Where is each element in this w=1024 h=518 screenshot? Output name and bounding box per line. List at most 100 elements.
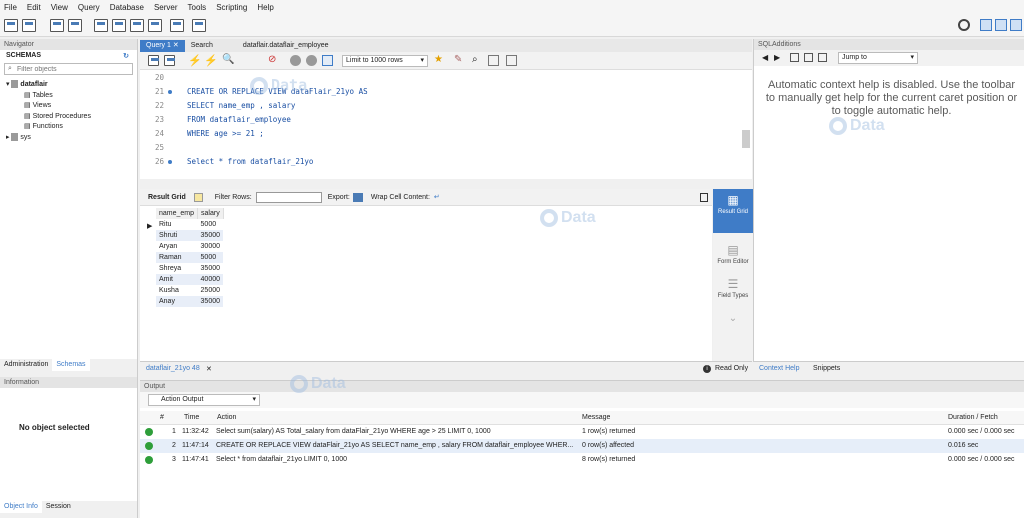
tab-context-help[interactable]: Context Help [759,365,799,372]
create-procedure-icon[interactable] [148,19,162,32]
panel-toggle-bottom-icon[interactable] [995,19,1007,31]
limit-rows-select[interactable]: Limit to 1000 rows ▾ [342,55,428,67]
table-row[interactable]: Shreya 35000 [156,263,223,274]
stop-icon[interactable]: ⊘ [268,54,276,65]
filter-objects-input[interactable] [17,65,127,74]
filter-objects-box[interactable]: ⌕ [4,63,133,75]
save-icon[interactable] [164,55,175,66]
execute-icon[interactable]: ⚡ [188,54,202,67]
table-row[interactable]: Kusha 25000 [156,285,223,296]
create-view-icon[interactable] [130,19,144,32]
commit-icon[interactable] [290,55,301,66]
output-row[interactable]: 2 11:47:14 CREATE OR REPLACE VIEW dataFl… [140,439,1024,453]
wrap-icon[interactable] [506,55,517,66]
open-sql-icon[interactable] [50,19,64,32]
table-row[interactable]: Anay 35000 [156,296,224,307]
menu-scripting[interactable]: Scripting [216,3,247,12]
result-grid-button[interactable]: ▦ Result Grid [713,189,753,233]
wrap-cell-icon[interactable]: ↵ [434,193,440,201]
inspector-icon[interactable] [68,19,82,32]
column-header[interactable]: name_emp [156,208,199,219]
autocommit-icon[interactable] [322,55,333,66]
output-row[interactable]: 3 11:47:41 Select * from dataflair_21yo … [140,453,1024,467]
tree-node-tables[interactable]: ▤ Tables [6,91,131,102]
gear-icon[interactable] [958,19,970,31]
find-icon[interactable]: ⌕ [472,54,478,65]
menu-tools[interactable]: Tools [188,3,207,12]
new-connection-icon[interactable] [4,19,18,32]
create-schema-icon[interactable] [94,19,108,32]
result-tab[interactable]: dataflair_21yo 48 [146,365,200,372]
table-row[interactable]: Ritu 5000 [156,219,223,230]
beautify-icon[interactable]: ★ [434,54,443,65]
cell[interactable]: 35000 [197,230,224,241]
menu-file[interactable]: File [4,3,17,12]
cell[interactable]: Kusha [156,285,198,296]
tab-administration[interactable]: Administration [0,359,52,371]
table-row[interactable]: Aryan 30000 [156,241,223,252]
tab-query-1[interactable]: Query 1 ✕ [140,40,185,52]
cell[interactable]: 40000 [197,274,224,285]
filter-rows-input[interactable] [255,191,322,203]
tab-employee-table[interactable]: dataflair.dataflair_employee [237,40,335,52]
menu-query[interactable]: Query [78,3,100,12]
menu-edit[interactable]: Edit [27,3,41,12]
open-file-icon[interactable] [148,55,159,66]
snippet-icon[interactable] [818,53,827,62]
menu-help[interactable]: Help [257,3,273,12]
tree-node-sys[interactable]: ▸ sys [6,132,131,144]
more-chevron-icon[interactable]: ⌄ [713,311,753,326]
sql-file-icon[interactable] [22,19,36,32]
field-types-button[interactable]: ☰ Field Types [713,273,753,301]
execute-current-icon[interactable]: ⚡ [204,54,218,67]
tree-node-views[interactable]: ▤ Views [6,101,131,112]
auto-help-icon[interactable] [804,53,813,62]
tab-snippets[interactable]: Snippets [813,365,840,372]
tab-session[interactable]: Session [42,501,75,513]
cell[interactable]: 25000 [198,285,224,296]
cell[interactable]: Ritu [156,219,198,230]
cell[interactable]: Amit [156,274,198,285]
panel-toggle-left-icon[interactable] [980,19,992,31]
form-editor-button[interactable]: ▤ Form Editor [713,239,753,267]
tab-search[interactable]: Search [185,40,219,52]
table-row[interactable]: Shruti 35000 [156,230,224,241]
search-table-icon[interactable] [170,19,184,32]
refresh-icon[interactable]: ↻ [123,52,129,60]
back-icon[interactable]: ◀ [762,53,768,62]
cell[interactable]: 5000 [198,219,224,230]
code-area[interactable]: 20 21 CREATE OR REPLACE VIEW dataFlair_2… [140,70,752,179]
column-header[interactable]: salary [197,208,224,219]
close-icon[interactable]: ✕ [173,42,179,49]
cell[interactable]: 30000 [198,241,224,252]
invisible-chars-icon[interactable] [488,55,499,66]
manual-help-icon[interactable] [790,53,799,62]
export-icon[interactable] [352,192,363,202]
menu-view[interactable]: View [51,3,68,12]
cell[interactable]: Anay [156,296,198,307]
tab-schemas[interactable]: Schemas [52,359,90,371]
reconnect-icon[interactable] [192,19,206,32]
table-row[interactable]: Amit 40000 [156,274,224,285]
cell[interactable]: Shruti [156,230,198,241]
explain-icon[interactable]: 🔍 [222,54,234,65]
output-row[interactable]: 1 11:32:42 Select sum(salary) AS Total_s… [140,425,1024,439]
create-table-icon[interactable] [112,19,126,32]
panel-toggle-right-icon[interactable] [1010,19,1022,31]
cell[interactable]: 35000 [197,296,224,307]
cell[interactable]: Raman [156,252,198,263]
tree-node-dataflair[interactable]: ▾ dataflair [6,80,131,91]
menu-database[interactable]: Database [110,3,144,12]
rollback-icon[interactable] [306,55,317,66]
tab-object-info[interactable]: Object Info [0,501,42,513]
grid-icon[interactable] [193,192,203,202]
output-mode-select[interactable]: Action Output ▾ [148,394,260,406]
broom-icon[interactable]: ✎ [454,54,462,65]
expand-arrow-icon[interactable]: ▾ [6,81,10,88]
cell[interactable]: 5000 [197,252,224,263]
editor-scrollbar[interactable] [742,130,750,148]
tree-node-functions[interactable]: ▤ Functions [6,122,131,133]
jump-to-select[interactable]: Jump to ▾ [838,52,918,64]
cell[interactable]: 35000 [198,263,224,274]
toggle-panel-icon[interactable] [700,192,708,202]
